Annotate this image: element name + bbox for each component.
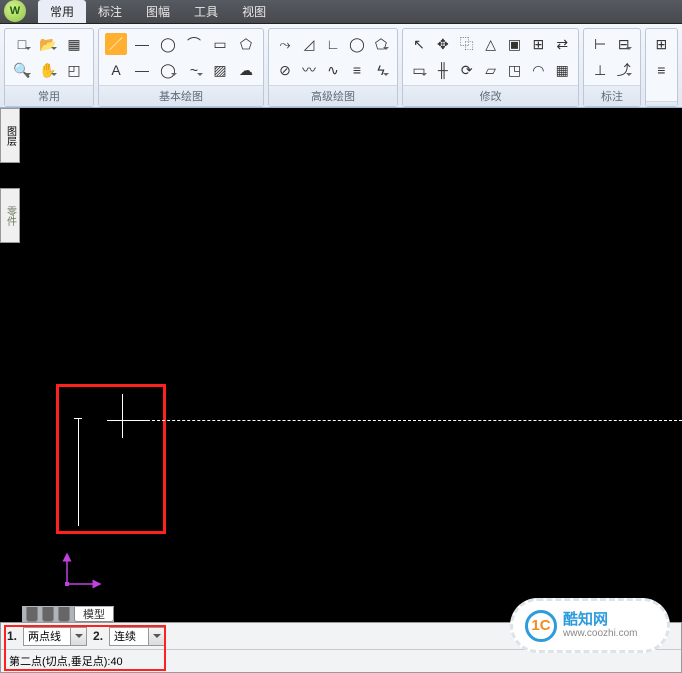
text-button[interactable]: A [105, 59, 127, 81]
block-button[interactable]: ▣ [505, 33, 525, 55]
side-panel-parts-label: 零件 [3, 189, 18, 242]
tab-annotate[interactable]: 标注 [86, 0, 134, 23]
angle-button[interactable]: ◿ [299, 33, 319, 55]
panel-modify-label: 修改 [403, 85, 578, 106]
panel-adv-draw: ⤳ ◿ ∟ ◯ ⬠ ⊘ 〰 ∿ ≡ ϟ 高级绘图 [268, 28, 398, 107]
wave-button[interactable]: 〰 [299, 59, 319, 81]
tab-view[interactable]: 视图 [230, 0, 278, 23]
watermark-title: 酷知网 [563, 612, 637, 629]
zoom-button[interactable]: 🔍 [11, 59, 33, 81]
polar-tracking-line [132, 420, 682, 421]
fillet-button[interactable]: ◠ [528, 59, 548, 81]
tab-tools[interactable]: 工具 [182, 0, 230, 23]
offset-button[interactable]: ▱ [481, 59, 501, 81]
dim-linear-button[interactable]: ⊢ [590, 33, 610, 55]
layout-prev-button[interactable] [26, 607, 38, 622]
panel-common: □ 📂 ▦ 🔍 ✋ ◰ 常用 [4, 28, 94, 107]
side-panel-layers-label: 图层 [3, 109, 18, 162]
panel-extra: ⊞ ≡ [645, 28, 678, 107]
pline-button[interactable]: ⤳ [275, 33, 295, 55]
select-button[interactable]: ↖ [409, 33, 429, 55]
line-button[interactable]: ／ [105, 33, 127, 55]
chamfer-button[interactable]: ∟ [323, 33, 343, 55]
swap-button[interactable]: ⇄ [552, 33, 572, 55]
xline-button[interactable]: — [131, 33, 153, 55]
cursor-crosshair-v [122, 402, 123, 438]
mirror-button[interactable]: △ [481, 33, 501, 55]
ellipse2-button[interactable]: ◯ [347, 33, 367, 55]
sp-button[interactable]: ∿ [323, 59, 343, 81]
layers-button[interactable]: ▦ [63, 33, 85, 55]
arc-button[interactable]: ⌒ [183, 33, 205, 55]
rect-button[interactable]: ▭ [209, 33, 231, 55]
layout-next-button[interactable] [42, 607, 54, 622]
rotate-button[interactable]: ⟳ [457, 59, 477, 81]
side-panel-parts[interactable]: 零件 [0, 188, 20, 243]
layout-tabbar: 模型 [22, 606, 114, 622]
dim-lead-button[interactable]: ⤴ [614, 59, 634, 81]
spline-button[interactable]: ~ [183, 59, 205, 81]
new-doc-button[interactable]: □ [11, 33, 33, 55]
pentagon-button[interactable]: ⬠ [371, 33, 391, 55]
dim-tol-button[interactable]: ⊥ [590, 59, 610, 81]
app-logo-icon: W [4, 0, 26, 22]
breakat-button[interactable]: ╫ [433, 59, 453, 81]
break-button[interactable]: ⊘ [275, 59, 295, 81]
panel-dim-label: 标注 [584, 85, 639, 106]
array-button[interactable]: ▦ [552, 59, 572, 81]
extra-btn1[interactable]: ⊞ [652, 33, 671, 55]
extra-btn2[interactable]: ≡ [652, 59, 671, 81]
drawn-line-vertical [78, 418, 79, 526]
panel-modify: ↖ ✥ ⿻ △ ▣ ⊞ ⇄ ▭ ╫ ⟳ ▱ ◳ ◠ ▦ 修改 [402, 28, 579, 107]
watermark-logo-icon: 1C [525, 610, 557, 642]
copy-button[interactable]: ⿻ [457, 33, 477, 55]
panel-basic-draw: ／ — ◯ ⌒ ▭ ⬠ A — ◯ ~ ▨ ☁ 基本绘图 [98, 28, 264, 107]
panel-adv-label: 高级绘图 [269, 85, 397, 106]
polygon-button[interactable]: ⬠ [235, 33, 257, 55]
watermark-url: www.coozhi.com [563, 628, 637, 639]
highlight-rectangle [56, 384, 166, 534]
panel-basic-label: 基本绘图 [99, 85, 263, 106]
panel-common-label: 常用 [5, 85, 93, 106]
tab-common[interactable]: 常用 [38, 0, 86, 23]
layout-extra-button[interactable] [58, 607, 70, 622]
stretch-button[interactable]: ▭ [409, 59, 429, 81]
curve2-button[interactable]: ϟ [371, 59, 391, 81]
layout-tab-model[interactable]: 模型 [74, 607, 114, 622]
circle-button[interactable]: ◯ [157, 33, 179, 55]
ellipse-button[interactable]: ◯ [157, 59, 179, 81]
tab-frame[interactable]: 图幅 [134, 0, 182, 23]
construction-button[interactable]: — [131, 59, 153, 81]
seg-button[interactable]: ≡ [347, 59, 367, 81]
open-button[interactable]: 📂 [37, 33, 59, 55]
ribbon: □ 📂 ▦ 🔍 ✋ ◰ 常用 ／ — ◯ ⌒ ▭ ⬠ A [0, 24, 682, 108]
cloud-button[interactable]: ☁ [235, 59, 257, 81]
highlight-command [4, 625, 166, 671]
side-panel-layers[interactable]: 图层 [0, 108, 20, 163]
panel-extra-label [646, 101, 677, 106]
line-end-tick [74, 418, 82, 419]
menu-bar: W 常用 标注 图幅 工具 视图 [0, 0, 682, 24]
hatch-button[interactable]: ▨ [209, 59, 231, 81]
drawing-canvas[interactable] [22, 108, 682, 622]
gridset-button[interactable]: ⊞ [528, 33, 548, 55]
region-button[interactable]: ◰ [63, 59, 85, 81]
panel-dim: ⊢ ⊟ ⊥ ⤴ 标注 [583, 28, 640, 107]
dim-set-button[interactable]: ⊟ [614, 33, 634, 55]
scale-button[interactable]: ◳ [505, 59, 525, 81]
workspace: 图层 零件 [0, 108, 682, 622]
pan-button[interactable]: ✋ [37, 59, 59, 81]
watermark: 1C 酷知网 www.coozhi.com [510, 598, 670, 653]
ucs-icon [62, 549, 102, 592]
move-button[interactable]: ✥ [433, 33, 453, 55]
